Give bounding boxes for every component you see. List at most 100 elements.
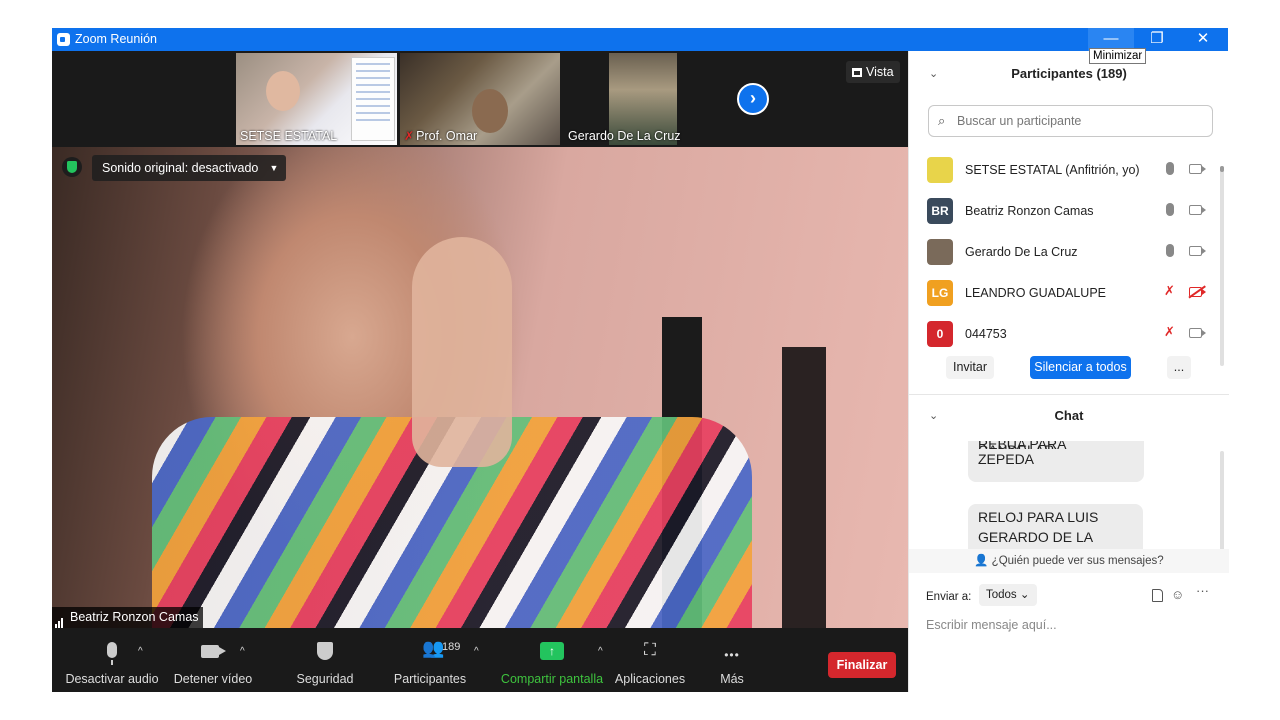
participant-search-input[interactable]: ⌕ Buscar un participante — [928, 105, 1213, 137]
original-sound-label: Sonido original: desactivado — [102, 161, 259, 175]
avatar — [927, 157, 953, 183]
view-button[interactable]: Vista — [846, 61, 900, 83]
participant-row[interactable]: SETSE ESTATAL (Anfitrión, yo) — [909, 151, 1219, 192]
mute-all-button[interactable]: Silenciar a todos — [1030, 356, 1131, 379]
microphone-icon — [107, 642, 117, 665]
chat-message-input[interactable]: Escribir mensaje aquí... — [926, 614, 1216, 636]
thumbnail-name: ✗ Prof. Omar — [404, 129, 477, 143]
next-page-button[interactable]: › — [737, 83, 769, 115]
speaker-name-tag: Beatriz Ronzon Camas — [52, 607, 203, 628]
mic-muted-icon[interactable]: ✗ — [1164, 283, 1176, 298]
more-button[interactable]: ••• Más — [702, 628, 762, 692]
chevron-down-icon: ▼ — [269, 163, 279, 173]
security-button[interactable]: Seguridad — [290, 628, 360, 692]
thumbnail-name-text: Prof. Omar — [416, 129, 478, 143]
participant-name: 044753 — [965, 327, 1007, 341]
participant-row[interactable]: LG LEANDRO GUADALUPE ✗ — [909, 274, 1219, 315]
minimize-tooltip: Minimizar — [1089, 48, 1147, 64]
participant-row[interactable]: 0 044753 ✗ — [909, 315, 1219, 356]
participant-row[interactable]: BR Beatriz Ronzon Camas — [909, 192, 1219, 233]
video-background — [782, 347, 826, 628]
participant-face — [472, 89, 508, 133]
more-dots-icon: ••• — [724, 648, 740, 662]
more-label: Más — [720, 672, 744, 686]
participants-count: 189 — [442, 641, 461, 653]
avatar — [927, 239, 953, 265]
camera-off-icon[interactable] — [1189, 287, 1202, 297]
participant-name: Beatriz Ronzon Camas — [965, 204, 1094, 218]
share-label: Compartir pantalla — [500, 672, 604, 686]
original-sound-toggle[interactable]: Sonido original: desactivado ▼ — [92, 155, 287, 181]
audio-label: Desactivar audio — [65, 672, 159, 686]
participants-label: Participantes — [393, 672, 467, 686]
search-icon: ⌕ — [938, 113, 946, 128]
send-to-label: Enviar a: — [926, 591, 972, 603]
chat-title: Chat — [1054, 408, 1084, 423]
panel-divider — [909, 394, 1229, 395]
mute-audio-button[interactable]: ^ Desactivar audio — [58, 628, 166, 692]
participant-thumbnail[interactable]: Gerardo De La Cruz — [564, 53, 724, 145]
close-button[interactable]: ✕ — [1180, 28, 1226, 51]
apps-label: Aplicaciones — [614, 672, 686, 686]
participants-scrollbar[interactable] — [1220, 166, 1224, 366]
microphone-icon[interactable] — [1166, 244, 1174, 257]
emoji-icon[interactable]: ☺ — [1171, 587, 1184, 602]
participants-button[interactable]: 👥 189 ^ Participantes — [390, 628, 479, 692]
shield-icon — [317, 642, 333, 660]
person-info-icon: 👤 — [974, 555, 989, 567]
grid-icon — [852, 68, 862, 77]
camera-icon[interactable] — [1189, 246, 1202, 256]
who-can-see-messages-link[interactable]: 👤 ¿Quién puede ver sus mensajes? — [909, 549, 1229, 573]
thumbnail-strip: SETSE ESTATAL ✗ Prof. Omar Gerardo De La … — [52, 51, 908, 147]
chat-message: REBUA PARA CANDELAR ZEPEDA — [968, 441, 1144, 482]
participant-face — [266, 71, 300, 111]
chat-more-icon[interactable]: ··· — [1196, 583, 1209, 598]
chat-message-cut-line: REBUA PARA CANDELAR — [978, 441, 1066, 449]
window-title: Zoom Reunión — [75, 32, 157, 46]
end-meeting-button[interactable]: Finalizar — [828, 652, 896, 678]
title-bar: Zoom Reunión — ❐ ✕ — [52, 28, 1228, 51]
participant-name: Gerardo De La Cruz — [965, 245, 1078, 259]
side-panel: ⌄ Participantes (189) ⌕ Buscar un partici… — [908, 51, 1229, 692]
camera-icon[interactable] — [1189, 328, 1202, 338]
share-screen-button[interactable]: ↑ ^ Compartir pantalla — [498, 628, 606, 692]
audio-options-chevron-icon[interactable]: ^ — [138, 646, 143, 657]
camera-icon[interactable] — [1189, 205, 1202, 215]
chevron-down-icon: ⌄ — [1019, 589, 1030, 601]
apps-icon: ⛶ — [644, 640, 656, 659]
share-options-chevron-icon[interactable]: ^ — [598, 646, 603, 657]
participants-options-chevron-icon[interactable]: ^ — [474, 646, 479, 657]
invite-button[interactable]: Invitar — [946, 356, 994, 379]
participant-row[interactable]: Gerardo De La Cruz — [909, 233, 1219, 274]
participants-more-button[interactable]: ... — [1167, 356, 1191, 379]
participant-thumbnail[interactable]: ✗ Prof. Omar — [400, 53, 560, 145]
send-to-value: Todos — [986, 589, 1017, 601]
file-icon[interactable] — [1152, 589, 1163, 602]
apps-button[interactable]: ⛶ Aplicaciones — [610, 628, 690, 692]
avatar: LG — [927, 280, 953, 306]
camera-icon[interactable] — [1189, 164, 1202, 174]
mic-muted-icon[interactable]: ✗ — [1164, 324, 1176, 339]
participant-thumbnail[interactable]: SETSE ESTATAL — [236, 53, 397, 145]
microphone-icon[interactable] — [1166, 203, 1174, 216]
thumbnail-name: Gerardo De La Cruz — [568, 129, 681, 143]
participants-title: Participantes (189) — [1011, 66, 1127, 81]
avatar: 0 — [927, 321, 953, 347]
mic-muted-icon: ✗ — [404, 129, 415, 143]
camera-icon — [201, 642, 219, 658]
meeting-toolbar: ^ Desactivar audio ^ Detener vídeo Segur… — [52, 628, 908, 692]
view-label: Vista — [866, 65, 894, 79]
zoom-logo-icon — [57, 33, 70, 46]
signal-bars-icon — [55, 607, 67, 628]
encryption-shield-icon[interactable] — [62, 157, 82, 177]
participant-name: SETSE ESTATAL (Anfitrión, yo) — [965, 163, 1140, 177]
zoom-window: Zoom Reunión — ❐ ✕ Minimizar SETSE ESTAT… — [52, 28, 1229, 692]
send-to-select[interactable]: Todos ⌄ — [979, 584, 1037, 606]
video-options-chevron-icon[interactable]: ^ — [240, 646, 245, 657]
microphone-icon[interactable] — [1166, 162, 1174, 175]
thumbnail-name: SETSE ESTATAL — [240, 129, 338, 143]
stop-video-button[interactable]: ^ Detener vídeo — [166, 628, 260, 692]
shared-document-preview — [351, 57, 395, 141]
avatar: BR — [927, 198, 953, 224]
who-sees-label: ¿Quién puede ver sus mensajes? — [991, 555, 1164, 567]
